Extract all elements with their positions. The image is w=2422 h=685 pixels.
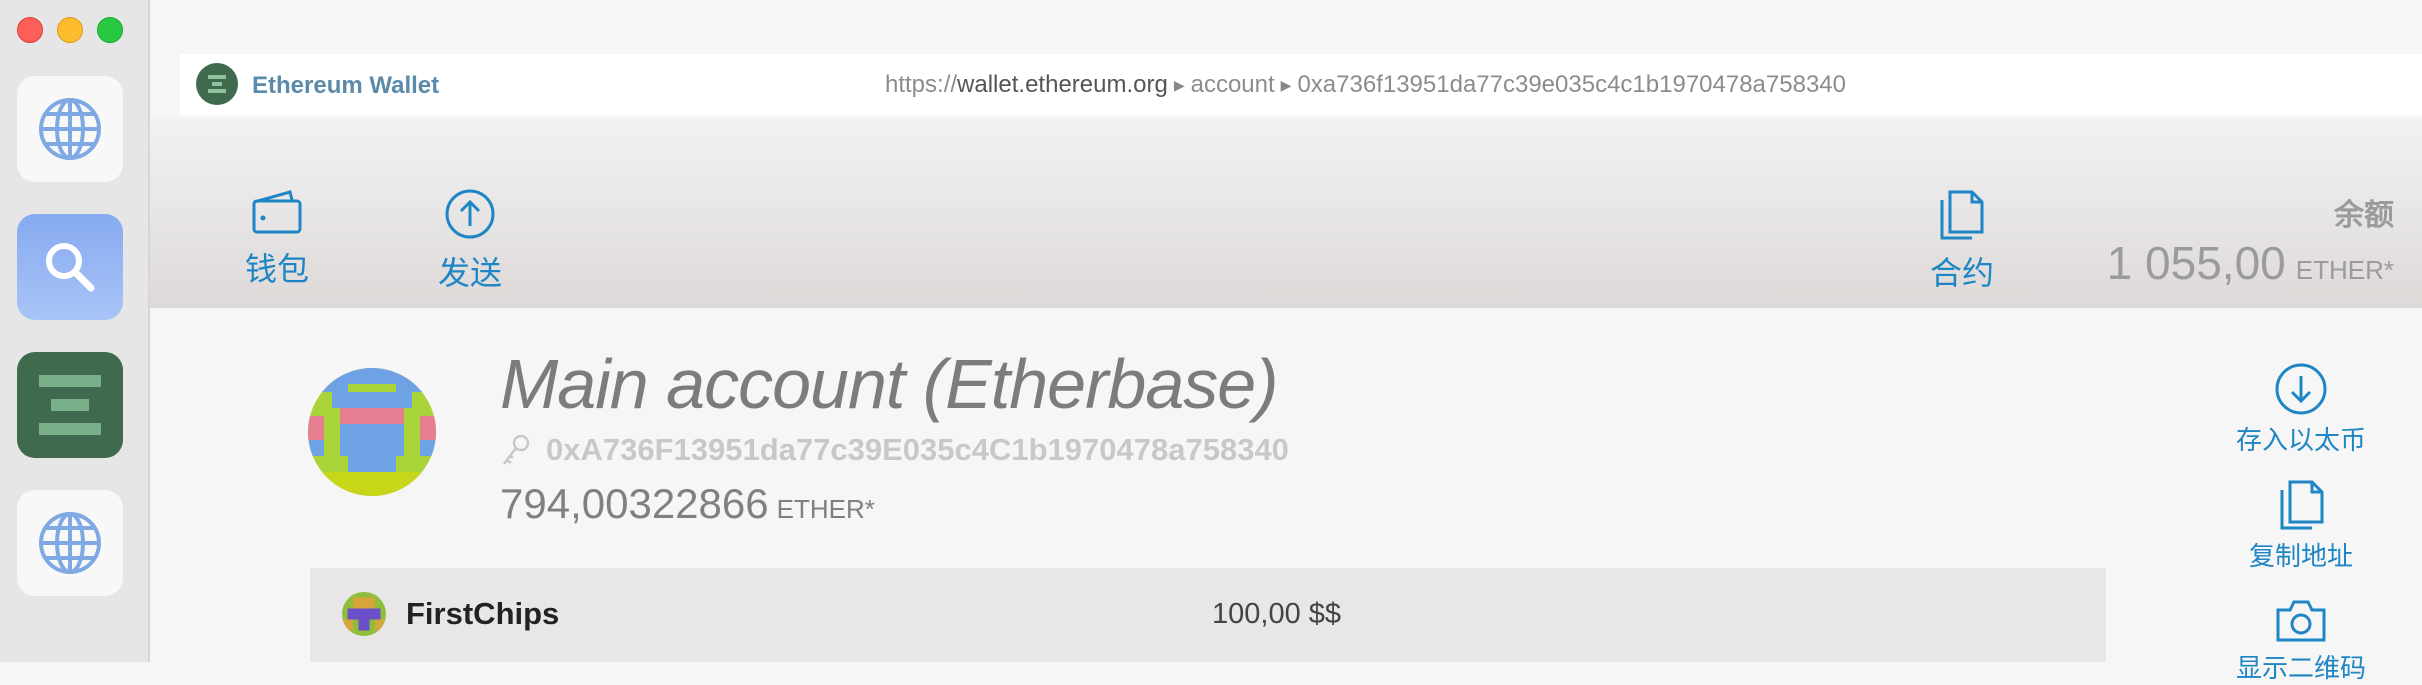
breadcrumb-account[interactable]: account — [1191, 71, 1275, 98]
url-bar[interactable]: Ethereum Wallet https://wallet.ethereum.… — [180, 54, 2422, 116]
header: 钱包 发送 合约 余额 1 055,00 ETHER* — [150, 118, 2422, 308]
account-content: Main account (Etherbase) 0xA736F13951da7… — [150, 308, 2422, 683]
close-window-button[interactable] — [17, 17, 43, 43]
breadcrumb-arrow-icon: ▶ — [1173, 77, 1185, 93]
copy-address-label: 复制地址 — [2248, 541, 2353, 571]
total-balance-value: 1 055,00 — [2106, 237, 2286, 289]
url-scheme: https:// — [885, 71, 958, 98]
nav-send[interactable]: 发送 — [438, 188, 502, 294]
url-host: wallet.ethereum.org — [957, 71, 1168, 98]
token-row[interactable]: FirstChips 100,00 $$ — [310, 568, 2106, 662]
account-name: Main account (Etherbase) — [500, 345, 1279, 423]
copy-icon — [2280, 480, 2324, 530]
token-identicon — [342, 592, 386, 636]
show-qr-button[interactable]: 显示二维码 — [2201, 598, 2401, 685]
camera-icon — [2276, 600, 2326, 642]
account-address-row: 0xA736F13951da77c39E035c4C1b1970478a7583… — [500, 432, 1289, 468]
total-balance-label: 余额 — [2334, 199, 2394, 232]
breadcrumb-address[interactable]: 0xa736f13951da77c39e035c4c1b1970478a7583… — [1297, 71, 1846, 98]
account-balance: 794,00322866 ETHER* — [500, 480, 875, 528]
url-breadcrumb[interactable]: https://wallet.ethereum.org ▶ account ▶ 0xa7… — [885, 71, 1846, 99]
copy-address-button[interactable]: 复制地址 — [2201, 478, 2401, 573]
total-balance-unit: ETHER* — [2295, 255, 2394, 285]
nav-send-label: 发送 — [438, 255, 503, 291]
token-amount: 100,00 $$ — [1212, 598, 1342, 630]
main-area: Ethereum Wallet https://wallet.ethereum.… — [150, 0, 2422, 683]
account-address[interactable]: 0xA736F13951da77c39E035c4C1b1970478a7583… — [546, 432, 1289, 468]
search-icon — [46, 243, 95, 292]
ethereum-wallet-icon — [39, 375, 101, 435]
key-icon — [503, 434, 530, 465]
arrow-up-circle-icon — [445, 189, 495, 239]
show-qr-label: 显示二维码 — [2235, 653, 2366, 683]
account-balance-unit: ETHER* — [776, 494, 875, 524]
app-title: Ethereum Wallet — [252, 72, 440, 99]
globe-icon — [39, 512, 101, 574]
sidebar — [0, 0, 150, 662]
sidebar-tab-wallet[interactable] — [17, 352, 123, 458]
token-name: FirstChips — [406, 596, 560, 631]
nav-contracts[interactable]: 合约 — [1930, 188, 1994, 294]
nav-wallet-label: 钱包 — [245, 251, 310, 287]
account-identicon — [308, 368, 436, 496]
nav-contracts-label: 合约 — [1930, 255, 1995, 291]
ethereum-wallet-logo — [196, 63, 238, 105]
contracts-icon — [1940, 190, 1984, 240]
globe-icon — [39, 98, 101, 160]
ethereum-wallet-icon — [208, 75, 226, 93]
deposit-ether-label: 存入以太币 — [2235, 425, 2366, 455]
nav-wallet[interactable]: 钱包 — [245, 188, 309, 290]
total-balance: 1 055,00 ETHER* — [2107, 236, 2394, 290]
sidebar-tab-browser[interactable] — [17, 76, 123, 182]
wallet-icon — [252, 190, 302, 234]
breadcrumb-arrow-icon: ▶ — [1280, 77, 1292, 93]
minimize-window-button[interactable] — [57, 17, 83, 43]
sidebar-tab-browser-2[interactable] — [17, 490, 123, 596]
account-balance-value: 794,00322866 — [500, 480, 769, 527]
deposit-ether-button[interactable]: 存入以太币 — [2201, 362, 2401, 457]
arrow-down-circle-icon — [2275, 363, 2327, 415]
sidebar-tab-search[interactable] — [17, 214, 123, 320]
zoom-window-button[interactable] — [97, 17, 123, 43]
